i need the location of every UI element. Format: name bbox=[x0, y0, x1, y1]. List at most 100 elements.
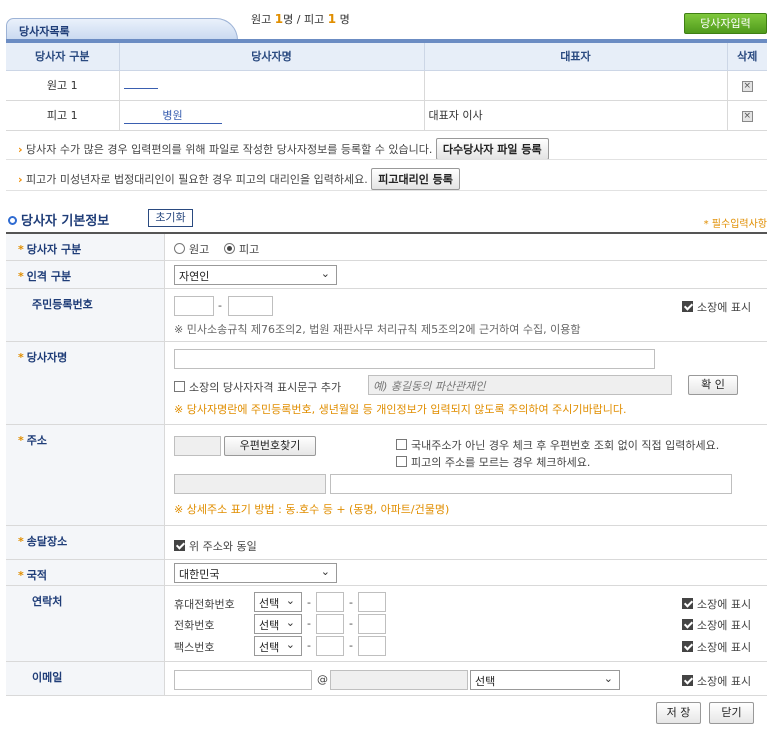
party-name-warning: ※ 당사자명란에 주민등록번호, 생년월일 등 개인정보가 입력되지 않도록 주… bbox=[174, 403, 627, 416]
header-delete: 삭제 bbox=[727, 43, 767, 71]
resident-notice: ※ 민사소송규칙 제76조의2, 법원 재판사무 처리규칙 제5조의2에 근거하… bbox=[174, 323, 581, 336]
address-label: * 주소 bbox=[6, 425, 165, 525]
phone-last-input[interactable] bbox=[358, 614, 386, 634]
delete-icon[interactable]: × bbox=[741, 81, 753, 92]
email-domain-select[interactable]: 선택 ⌄ bbox=[470, 670, 620, 690]
section-title-text: 당사자 기본정보 bbox=[21, 214, 110, 229]
email-label: 이메일 bbox=[6, 662, 165, 695]
checkbox-icon bbox=[682, 619, 693, 630]
nationality-select[interactable]: 대한민국 ⌄ bbox=[174, 563, 337, 583]
multi-party-note-text: 당사자 수가 많은 경우 입력편의를 위해 파일로 작성한 당사자정보를 등록할… bbox=[26, 143, 433, 156]
defendant-agent-note: › 피고가 미성년자로 법정대리인이 필요한 경우 피고의 대리인을 입력하세요… bbox=[18, 168, 460, 190]
confirm-button[interactable]: 확 인 bbox=[688, 375, 738, 395]
row-party-name: 병원 bbox=[119, 100, 425, 131]
row-delete-cell: × bbox=[727, 100, 767, 131]
qualification-input[interactable]: 예) 홍길동의 파산관재인 bbox=[368, 375, 672, 395]
row-delete-cell: × bbox=[727, 70, 767, 101]
defendant-count-label: 피고 bbox=[303, 13, 325, 26]
close-button[interactable]: 닫기 bbox=[709, 702, 754, 724]
divider bbox=[6, 190, 767, 191]
count-separator: / bbox=[296, 13, 301, 26]
row-party-type-field: * 당사자 구분 원고 피고 bbox=[6, 234, 767, 261]
table-row[interactable]: 원고 1 × bbox=[6, 70, 767, 101]
fax-middle-input[interactable] bbox=[316, 636, 344, 656]
plaintiff-count-label: 원고 bbox=[251, 13, 272, 26]
table-row[interactable]: 피고 1 병원 대표자 이사 × bbox=[6, 100, 767, 131]
required-note: * 필수입력사항 bbox=[703, 219, 767, 230]
email-show-checkbox[interactable]: 소장에 표시 bbox=[682, 673, 751, 689]
party-type-label: * 당사자 구분 bbox=[6, 234, 165, 260]
person-type-label: * 인격 구분 bbox=[6, 261, 165, 288]
party-table-header: 당사자 구분 당사자명 대표자 삭제 bbox=[6, 43, 767, 71]
address-base-input[interactable] bbox=[174, 474, 326, 494]
party-name-link[interactable] bbox=[123, 87, 158, 89]
save-button[interactable]: 저 장 bbox=[656, 702, 701, 724]
party-counts: 원고 1명 / 피고 1 명 bbox=[251, 11, 350, 27]
email-id-input[interactable] bbox=[174, 670, 312, 690]
address-detail-input[interactable] bbox=[330, 474, 732, 494]
dash: - bbox=[307, 617, 311, 630]
header-party-type: 당사자 구분 bbox=[6, 43, 120, 71]
radio-plaintiff[interactable]: 원고 bbox=[174, 241, 209, 257]
resident-number-back[interactable] bbox=[228, 296, 273, 316]
zipcode-search-button[interactable]: 우편번호찾기 bbox=[224, 436, 316, 456]
chevron-down-icon: ⌄ bbox=[320, 267, 330, 280]
arrow-icon: › bbox=[18, 143, 23, 156]
mobile-prefix-select[interactable]: 선택 ⌄ bbox=[254, 592, 302, 612]
resident-show-checkbox[interactable]: 소장에 표시 bbox=[682, 299, 751, 315]
row-resident-number: 주민등록번호 - 소장에 표시 ※ 민사소송규칙 제76조의2, 법원 재판사무… bbox=[6, 289, 767, 342]
row-address-field: * 주소 우편번호찾기 국내주소가 아닌 경우 체크 후 우편번호 조회 없이 직… bbox=[6, 425, 767, 526]
unknown-address-checkbox[interactable]: 피고의 주소를 모르는 경우 체크하세요. bbox=[396, 454, 590, 470]
add-party-button[interactable]: 당사자입력 bbox=[684, 13, 767, 34]
person-type-select[interactable]: 자연인 ⌄ bbox=[174, 265, 337, 285]
checkbox-icon bbox=[682, 598, 693, 609]
phone-label: 전화번호 bbox=[174, 619, 215, 632]
row-representative bbox=[424, 70, 728, 101]
header-representative: 대표자 bbox=[424, 43, 728, 71]
section-title: 당사자 기본정보 bbox=[8, 210, 109, 229]
reset-button[interactable]: 초기화 bbox=[148, 209, 193, 227]
radio-icon bbox=[174, 243, 185, 254]
party-list-tab[interactable]: 당사자목록 bbox=[6, 18, 238, 40]
contact-label: 연락처 bbox=[6, 586, 165, 661]
radio-defendant[interactable]: 피고 bbox=[224, 241, 259, 257]
fax-prefix-select[interactable]: 선택 ⌄ bbox=[254, 636, 302, 656]
checkbox-icon bbox=[174, 540, 185, 551]
nationality-label: * 국적 bbox=[6, 560, 165, 585]
defendant-agent-button[interactable]: 피고대리인 등록 bbox=[371, 168, 460, 190]
multi-party-file-button[interactable]: 다수당사자 파일 등록 bbox=[435, 138, 549, 160]
phone-prefix-select[interactable]: 선택 ⌄ bbox=[254, 614, 302, 634]
plaintiff-count-unit: 명 bbox=[283, 13, 294, 26]
mobile-show-checkbox[interactable]: 소장에 표시 bbox=[682, 596, 751, 612]
row-party-name-field: * 당사자명 소장의 당사자자격 표시문구 추가 예) 홍길동의 파산관재인 확 … bbox=[6, 342, 767, 425]
dash: - bbox=[349, 639, 353, 652]
fax-last-input[interactable] bbox=[358, 636, 386, 656]
chevron-down-icon: ⌄ bbox=[603, 672, 613, 685]
at-sign: @ bbox=[317, 673, 328, 686]
party-name-link[interactable]: 병원 bbox=[123, 107, 222, 124]
fax-show-checkbox[interactable]: 소장에 표시 bbox=[682, 639, 751, 655]
mobile-middle-input[interactable] bbox=[316, 592, 344, 612]
radio-icon bbox=[224, 243, 235, 254]
resident-number-front[interactable] bbox=[174, 296, 214, 316]
header-party-name: 당사자명 bbox=[119, 43, 425, 71]
phone-show-checkbox[interactable]: 소장에 표시 bbox=[682, 617, 751, 633]
foreign-address-checkbox[interactable]: 국내주소가 아닌 경우 체크 후 우편번호 조회 없이 직접 입력하세요. bbox=[396, 437, 719, 453]
same-address-checkbox[interactable]: 위 주소와 동일 bbox=[174, 538, 257, 554]
mobile-last-input[interactable] bbox=[358, 592, 386, 612]
plaintiff-count: 1 bbox=[274, 12, 284, 26]
chevron-down-icon: ⌄ bbox=[285, 616, 295, 629]
chevron-down-icon: ⌄ bbox=[320, 565, 330, 578]
party-name-input[interactable] bbox=[174, 349, 655, 369]
delete-icon[interactable]: × bbox=[741, 111, 753, 122]
email-domain-input[interactable] bbox=[330, 670, 468, 690]
row-party-name bbox=[119, 70, 425, 101]
party-list-tab-label: 당사자목록 bbox=[19, 25, 70, 38]
row-person-type-field: * 인격 구분 자연인 ⌄ bbox=[6, 261, 767, 289]
qualification-checkbox[interactable]: 소장의 당사자자격 표시문구 추가 bbox=[174, 379, 341, 395]
row-representative: 대표자 이사 bbox=[424, 100, 728, 131]
phone-middle-input[interactable] bbox=[316, 614, 344, 634]
checkbox-icon bbox=[682, 301, 693, 312]
checkbox-icon bbox=[174, 381, 185, 392]
zipcode-input[interactable] bbox=[174, 436, 221, 456]
